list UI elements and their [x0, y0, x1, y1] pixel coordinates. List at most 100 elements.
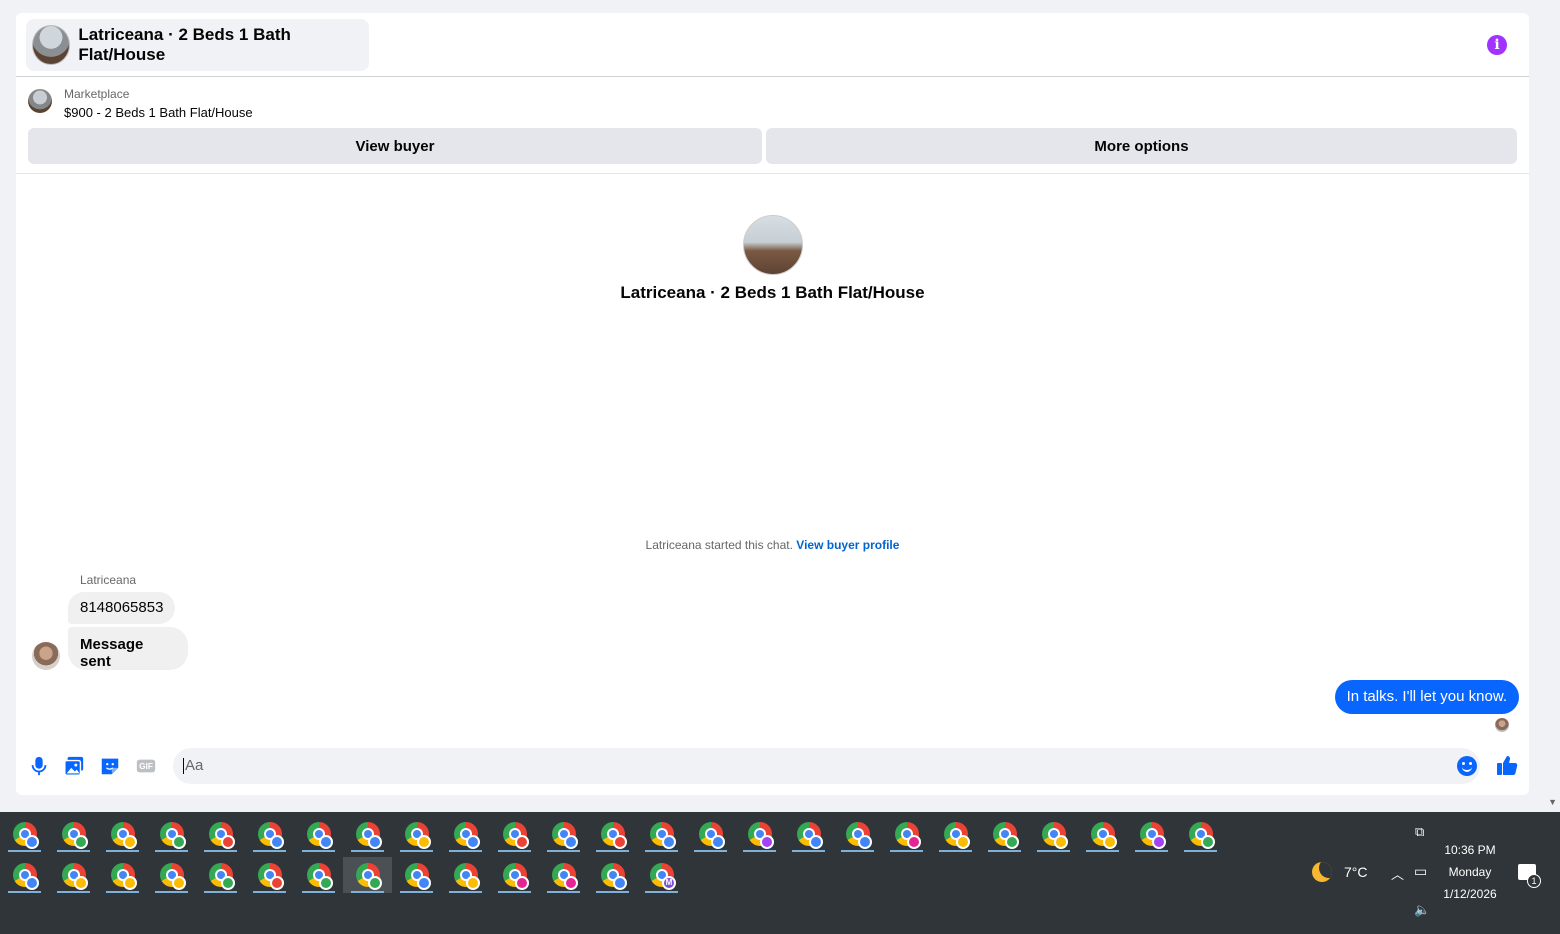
weather-temperature: 7°C — [1344, 864, 1368, 880]
profile-badge-icon — [172, 835, 186, 849]
profile-badge-icon — [956, 835, 970, 849]
taskbar-chrome-profile[interactable] — [49, 816, 98, 852]
moon-icon — [1312, 862, 1332, 882]
taskbar-chrome-profile[interactable] — [735, 816, 784, 852]
taskbar-chrome-profile[interactable] — [0, 857, 49, 893]
profile-badge-icon — [417, 835, 431, 849]
taskbar-row-1 — [0, 816, 1225, 852]
taskbar-chrome-profile[interactable] — [1078, 816, 1127, 852]
profile-badge-icon — [466, 835, 480, 849]
taskbar-row-2: M — [0, 857, 686, 893]
profile-badge-icon — [172, 876, 186, 890]
taskbar-chrome-profile[interactable] — [637, 816, 686, 852]
taskbar-chrome-profile[interactable] — [245, 816, 294, 852]
conversation-avatar — [743, 215, 803, 275]
taskbar-chrome-profile[interactable]: M — [637, 857, 686, 893]
gif-icon[interactable]: GIF — [135, 755, 157, 777]
taskbar-chrome-profile[interactable] — [931, 816, 980, 852]
taskbar-chrome-profile[interactable] — [539, 816, 588, 852]
more-options-button[interactable]: More options — [766, 128, 1517, 164]
clock-time[interactable]: 10:36 PM — [1430, 843, 1510, 857]
clock-date[interactable]: 1/12/2026 — [1430, 887, 1510, 901]
profile-badge-icon — [319, 835, 333, 849]
chat-header: Latriceana · 2 Beds 1 Bath Flat/House i — [16, 13, 1529, 77]
taskbar-chrome-profile[interactable] — [294, 816, 343, 852]
network-icon[interactable]: ▭ — [1414, 863, 1427, 880]
weather-widget[interactable]: 7°C — [1312, 862, 1368, 882]
taskbar-chrome-profile[interactable] — [392, 816, 441, 852]
message-input-placeholder: Aa — [185, 757, 204, 774]
taskbar-chrome-profile[interactable] — [490, 857, 539, 893]
taskbar-chrome-profile[interactable] — [882, 816, 931, 852]
sender-avatar[interactable] — [32, 642, 60, 670]
volume-icon[interactable]: 🔈 — [1414, 902, 1430, 918]
conversation-title-button[interactable]: Latriceana · 2 Beds 1 Bath Flat/House — [26, 19, 369, 71]
view-buyer-profile-link[interactable]: View buyer profile — [796, 538, 899, 552]
taskbar-chrome-profile[interactable] — [245, 857, 294, 893]
outgoing-message[interactable]: In talks. I'll let you know. — [1334, 680, 1519, 714]
clock-day[interactable]: Monday — [1430, 865, 1510, 879]
info-icon[interactable]: i — [1487, 35, 1507, 55]
message-input[interactable]: Aa — [173, 748, 1480, 784]
profile-badge-icon — [711, 835, 725, 849]
taskbar-chrome-profile[interactable] — [441, 857, 490, 893]
incoming-message[interactable]: 8148065853 — [68, 592, 176, 624]
sticker-icon[interactable] — [99, 755, 121, 777]
profile-badge-icon — [515, 835, 529, 849]
profile-badge-icon — [760, 835, 774, 849]
taskbar-chrome-profile[interactable] — [147, 857, 196, 893]
conversation-title: Latriceana · 2 Beds 1 Bath Flat/House — [78, 25, 291, 64]
taskbar-chrome-profile[interactable] — [0, 816, 49, 852]
meet-now-icon[interactable]: ⧉ — [1415, 824, 1424, 840]
profile-badge-icon — [123, 835, 137, 849]
taskbar-chrome-profile[interactable] — [98, 816, 147, 852]
taskbar-chrome-profile[interactable] — [343, 857, 392, 893]
taskbar-chrome-profile[interactable] — [98, 857, 147, 893]
profile-badge-icon — [221, 835, 235, 849]
taskbar-chrome-profile[interactable] — [1127, 816, 1176, 852]
taskbar-chrome-profile[interactable] — [294, 857, 343, 893]
listing-price-title[interactable]: $900 - 2 Beds 1 Bath Flat/House — [64, 105, 253, 120]
listing-card: Marketplace $900 - 2 Beds 1 Bath Flat/Ho… — [16, 78, 1529, 174]
taskbar-chrome-profile[interactable] — [392, 857, 441, 893]
taskbar: M ⧉ 7°C ︿ ▭ 🔈 10:36 PM Monday 1/12/2026 … — [0, 812, 1560, 934]
profile-badge-icon — [466, 876, 480, 890]
taskbar-chrome-profile[interactable] — [1029, 816, 1078, 852]
taskbar-chrome-profile[interactable] — [196, 816, 245, 852]
listing-thumbnail — [28, 89, 52, 113]
taskbar-chrome-profile[interactable] — [490, 816, 539, 852]
taskbar-chrome-profile[interactable] — [539, 857, 588, 893]
profile-badge-icon — [613, 835, 627, 849]
profile-badge-icon — [613, 876, 627, 890]
taskbar-chrome-profile[interactable] — [980, 816, 1029, 852]
taskbar-chrome-profile[interactable] — [441, 816, 490, 852]
profile-badge-icon — [123, 876, 137, 890]
read-receipt-avatar — [1495, 718, 1509, 732]
taskbar-chrome-profile[interactable] — [833, 816, 882, 852]
incoming-message[interactable]: Message sent — [68, 627, 188, 670]
gif-label: GIF — [139, 762, 153, 771]
chevron-up-icon[interactable]: ︿ — [1391, 864, 1404, 883]
profile-badge-icon — [907, 835, 921, 849]
profile-badge-icon — [1005, 835, 1019, 849]
taskbar-chrome-profile[interactable] — [196, 857, 245, 893]
taskbar-chrome-profile[interactable] — [1176, 816, 1225, 852]
thumbs-up-icon[interactable] — [1495, 753, 1519, 777]
photo-icon[interactable] — [63, 755, 85, 777]
taskbar-chrome-profile[interactable] — [588, 816, 637, 852]
profile-badge-icon — [858, 835, 872, 849]
taskbar-chrome-profile[interactable] — [686, 816, 735, 852]
profile-badge-icon — [1103, 835, 1117, 849]
message-composer: GIF Aa — [16, 747, 1529, 787]
emoji-icon[interactable] — [1457, 756, 1477, 776]
taskbar-chrome-profile[interactable] — [588, 857, 637, 893]
chat-started-text: Latriceana started this chat. — [645, 538, 793, 552]
taskbar-chrome-profile[interactable] — [784, 816, 833, 852]
microphone-icon[interactable] — [28, 755, 50, 777]
taskbar-chrome-profile[interactable] — [49, 857, 98, 893]
taskbar-chrome-profile[interactable] — [147, 816, 196, 852]
conversation-heading: Latriceana · 2 Beds 1 Bath Flat/House — [620, 283, 925, 302]
taskbar-chrome-profile[interactable] — [343, 816, 392, 852]
view-buyer-button[interactable]: View buyer — [28, 128, 762, 164]
scroll-down-arrow[interactable]: ▼ — [1548, 797, 1557, 807]
